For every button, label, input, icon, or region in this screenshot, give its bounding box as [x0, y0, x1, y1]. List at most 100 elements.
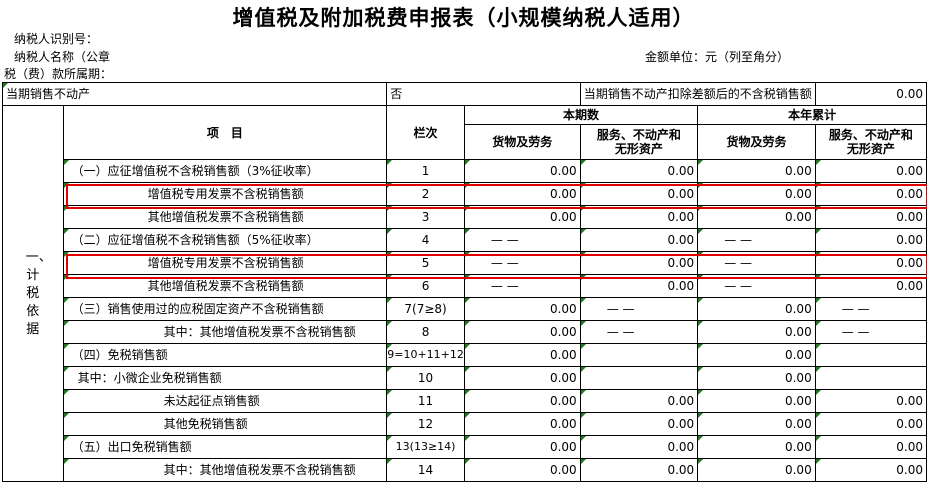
current-services-value[interactable]: — —	[579, 320, 699, 344]
ytd-header: 本年累计	[697, 105, 927, 125]
tax-period-label: 税（费）款所属期：	[4, 67, 113, 81]
current-goods-value[interactable]: — —	[463, 251, 581, 275]
current-services-value[interactable]	[579, 366, 699, 390]
current-goods-value[interactable]: 0.00	[463, 297, 581, 321]
ytd-services-value[interactable]: 0.00	[814, 182, 927, 206]
row-line-no: 14	[386, 458, 465, 482]
ytd-goods-header: 货物及劳务	[697, 124, 816, 160]
services-line2: 无形资产	[614, 142, 663, 156]
row-line-no: 11	[386, 389, 465, 413]
ytd-services-value[interactable]: 0.00	[814, 274, 927, 298]
current-services-value[interactable]: 0.00	[579, 435, 699, 459]
taxpayer-id-label: 纳税人识别号：	[14, 32, 99, 46]
row-line-no: 8	[386, 320, 465, 344]
ytd-goods-value[interactable]: — —	[697, 274, 816, 298]
ytd-services-value[interactable]: 0.00	[814, 435, 927, 459]
row-line-no: 7(7≥8)	[386, 297, 465, 321]
row-label: （二）应征增值税不含税销售额（5%征收率）	[62, 228, 388, 252]
table-row: 未达起征点销售额 11 0.00 0.00 0.00 0.00	[3, 389, 927, 413]
current-services-value[interactable]: — —	[579, 297, 699, 321]
current-goods-value[interactable]: 0.00	[463, 435, 581, 459]
ytd-services-value[interactable]: 0.00	[814, 228, 927, 252]
row-label: （一）应征增值税不含税销售额（3%征收率）	[62, 159, 388, 183]
ytd-goods-value[interactable]: — —	[697, 251, 816, 275]
row-label: （五）出口免税销售额	[62, 435, 388, 459]
current-services-value[interactable]: 0.00	[579, 412, 699, 436]
ytd-services-value[interactable]	[814, 343, 927, 367]
current-goods-value[interactable]: — —	[463, 274, 581, 298]
current-goods-value[interactable]: — —	[463, 228, 581, 252]
ytd-goods-value[interactable]: 0.00	[697, 182, 816, 206]
ytd-goods-value[interactable]: 0.00	[697, 458, 816, 482]
row-line-no: 5	[386, 251, 465, 275]
row-label: 其他增值税发票不含税销售额	[62, 205, 388, 229]
row-line-no: 3	[386, 205, 465, 229]
current-services-value[interactable]: 0.00	[579, 389, 699, 413]
ytd-goods-value[interactable]: 0.00	[697, 159, 816, 183]
real-estate-deduct-value[interactable]: 0.00	[814, 82, 927, 106]
current-services-value[interactable]: 0.00	[579, 274, 699, 298]
current-goods-value[interactable]: 0.00	[463, 320, 581, 344]
current-goods-header: 货物及劳务	[463, 124, 581, 160]
current-services-value[interactable]: 0.00	[579, 228, 699, 252]
form-title: 增值税及附加税费申报表（小规模纳税人适用）	[232, 6, 695, 30]
ytd-services-header: 服务、不动产和 无形资产	[814, 124, 927, 160]
ytd-services-value[interactable]	[814, 366, 927, 390]
row-line-no: 6	[386, 274, 465, 298]
table-row: （三）销售使用过的应税固定资产不含税销售额 7(7≥8) 0.00— —0.00— …	[3, 297, 927, 321]
table-row: 增值税专用发票不含税销售额 5— —0.00— —0.00	[3, 251, 927, 275]
current-services-value[interactable]: 0.00	[579, 159, 699, 183]
current-goods-value[interactable]: 0.00	[463, 412, 581, 436]
current-services-value[interactable]: 0.00	[579, 251, 699, 275]
current-goods-value[interactable]: 0.00	[463, 182, 581, 206]
table-row: 增值税专用发票不含税销售额 2 0.00 0.00 0.00 0.00	[3, 182, 927, 206]
ytd-goods-value[interactable]: 0.00	[697, 366, 816, 390]
taxpayer-name-label: 纳税人名称（公章	[14, 50, 111, 64]
ytd-goods-value[interactable]: — —	[697, 228, 816, 252]
row-line-no: 1	[386, 159, 465, 183]
ytd-services-value[interactable]: 0.00	[814, 389, 927, 413]
ytd-goods-value[interactable]: 0.00	[697, 297, 816, 321]
ytd-services-value[interactable]: 0.00	[814, 412, 927, 436]
row-label: 其他免税销售额	[62, 412, 388, 436]
ytd-services-value[interactable]: 0.00	[814, 159, 927, 183]
ytd-services-value[interactable]: 0.00	[814, 251, 927, 275]
real-estate-value[interactable]: 否	[386, 82, 581, 106]
real-estate-deduct-label: 当期销售不动产扣除差额后的不含税销售额	[579, 82, 816, 106]
ytd-goods-value[interactable]: 0.00	[697, 343, 816, 367]
row-label: 增值税专用发票不含税销售额	[62, 182, 388, 206]
current-services-value[interactable]: 0.00	[579, 182, 699, 206]
current-goods-value[interactable]: 0.00	[463, 343, 581, 367]
current-goods-value[interactable]: 0.00	[463, 458, 581, 482]
section-side-text: 一、计税依据	[25, 249, 52, 337]
column-header-row-1: 一、计税依据 项 目 栏次 本期数 本年累计	[2, 105, 927, 482]
current-goods-value[interactable]: 0.00	[463, 205, 581, 229]
amount-unit-label: 金额单位：元（列至角分）	[645, 50, 790, 64]
ytd-goods-value[interactable]: 0.00	[697, 389, 816, 413]
ytd-goods-value[interactable]: 0.00	[697, 205, 816, 229]
declaration-table: 当期销售不动产 否 当期销售不动产扣除差额后的不含税销售额 0.00 一、计税依…	[1, 82, 927, 482]
row-line-no: 10	[386, 366, 465, 390]
table-row: （五）出口免税销售额 13(13≥14) 0.00 0.00 0.00 0.00	[3, 435, 927, 459]
row-line-no: 9=10+11+12	[386, 343, 465, 367]
section-side-label: 一、计税依据	[2, 105, 64, 482]
row-label: （三）销售使用过的应税固定资产不含税销售额	[62, 297, 388, 321]
ytd-goods-value[interactable]: 0.00	[697, 412, 816, 436]
real-estate-label: 当期销售不动产	[1, 82, 388, 106]
row-label: 其中：其他增值税发票不含税销售额	[62, 320, 388, 344]
ytd-services-value[interactable]: — —	[814, 297, 927, 321]
ytd-goods-value[interactable]: 0.00	[697, 320, 816, 344]
ytd-services-value[interactable]: — —	[814, 320, 927, 344]
ytd-services-value[interactable]: 0.00	[814, 458, 927, 482]
ytd-services-value[interactable]: 0.00	[814, 205, 927, 229]
current-services-value[interactable]: 0.00	[579, 458, 699, 482]
current-goods-value[interactable]: 0.00	[463, 366, 581, 390]
row-label: 其中：其他增值税发票不含税销售额	[62, 458, 388, 482]
current-services-value[interactable]: 0.00	[579, 205, 699, 229]
table-row: 其中：其他增值税发票不含税销售额 8 0.00— —0.00— —	[3, 320, 927, 344]
current-services-value[interactable]	[579, 343, 699, 367]
services-line2: 无形资产	[846, 142, 895, 156]
ytd-goods-value[interactable]: 0.00	[697, 435, 816, 459]
current-goods-value[interactable]: 0.00	[463, 389, 581, 413]
current-goods-value[interactable]: 0.00	[463, 159, 581, 183]
